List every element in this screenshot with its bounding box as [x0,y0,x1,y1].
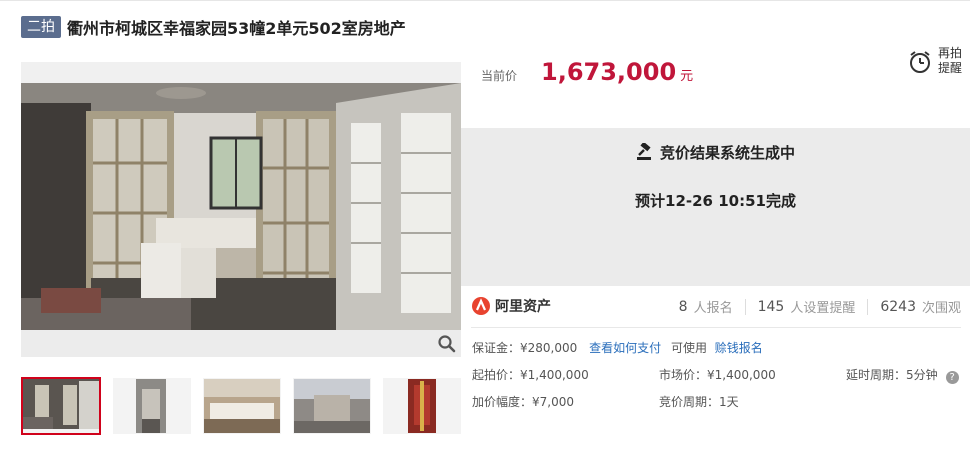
top-border [0,0,970,1]
stat-divider [867,298,869,315]
thumbnail-strip [21,377,461,435]
how-to-pay-link[interactable]: 查看如何支付 [589,341,661,355]
thumbnail-1[interactable] [21,377,101,435]
current-price-row: 当前价 1,673,000 元 [481,58,693,86]
stat-divider [744,298,746,315]
thumbnail-2[interactable] [113,378,191,434]
stats-divider [471,327,961,328]
price-label: 当前价 [481,69,518,83]
zoom-icon[interactable] [437,334,457,354]
price-value: 1,673,000 [541,58,677,86]
thumbnail-3[interactable] [203,378,281,434]
result-title-row: 竞价结果系统生成中 [461,141,970,163]
stats: 8 人报名 145 人设置提醒 6243 次围观 [679,297,961,316]
bid-period: 竞价周期：1天 [659,395,739,409]
ali-assets-logo-icon [472,297,490,315]
title-row: 二拍 衢州市柯城区幸福家园53幢2单元502室房地产 [21,15,406,39]
page-title: 衢州市柯城区幸福家园53幢2单元502室房地产 [67,19,406,38]
view-count: 6243 [880,298,916,315]
result-title: 竞价结果系统生成中 [659,144,795,162]
help-icon[interactable]: ? [945,371,959,384]
alarm-clock-icon [910,51,930,73]
market-price: 市场价：¥1,400,000 [659,368,776,382]
price-unit: 元 [680,69,694,84]
result-eta: 预计12-26 10:51完成 [635,192,796,210]
view-count-label: 次围观 [921,301,961,316]
can-use-text: 可使用 [670,341,707,355]
image-gallery [21,62,461,357]
bid-increment: 加价幅度：¥7,000 [472,395,574,409]
round-badge: 二拍 [21,16,61,38]
relist-reminder-button[interactable]: 再拍 提醒 [907,46,965,78]
auction-result-panel: 竞价结果系统生成中 预计12-26 10:51完成 [461,128,970,286]
reminder-label-line1: 再拍 [938,46,963,60]
main-photo[interactable] [21,83,461,330]
delay-period: 延时周期：5分钟 [846,368,938,382]
deposit-amount: 保证金：¥280,000 [472,341,578,355]
thumbnail-5[interactable] [383,378,461,434]
signup-label: 人报名 [693,301,733,316]
reminder-label-line2: 提醒 [938,61,963,75]
deposit-row: 保证金：¥280,000 查看如何支付 可使用 赊钱报名 [472,339,763,356]
signup-count: 8 [678,298,688,315]
gavel-icon [636,141,651,160]
thumbnail-4[interactable] [293,378,371,434]
delay-period-row: 延时周期：5分钟? [846,366,959,384]
ali-assets-logo-text: 阿里资产 [495,299,551,315]
start-price: 起拍价：¥1,400,000 [472,368,589,382]
ali-assets-logo: 阿里资产 [471,296,551,316]
reminder-count-label: 人设置提醒 [790,301,856,316]
credit-signup-link[interactable]: 赊钱报名 [715,341,763,355]
zoom-bar [21,330,461,357]
stats-row: 阿里资产 8 人报名 145 人设置提醒 6243 次围观 [471,293,961,319]
reminder-label: 再拍 提醒 [938,46,968,76]
reminder-count: 145 [757,298,785,315]
